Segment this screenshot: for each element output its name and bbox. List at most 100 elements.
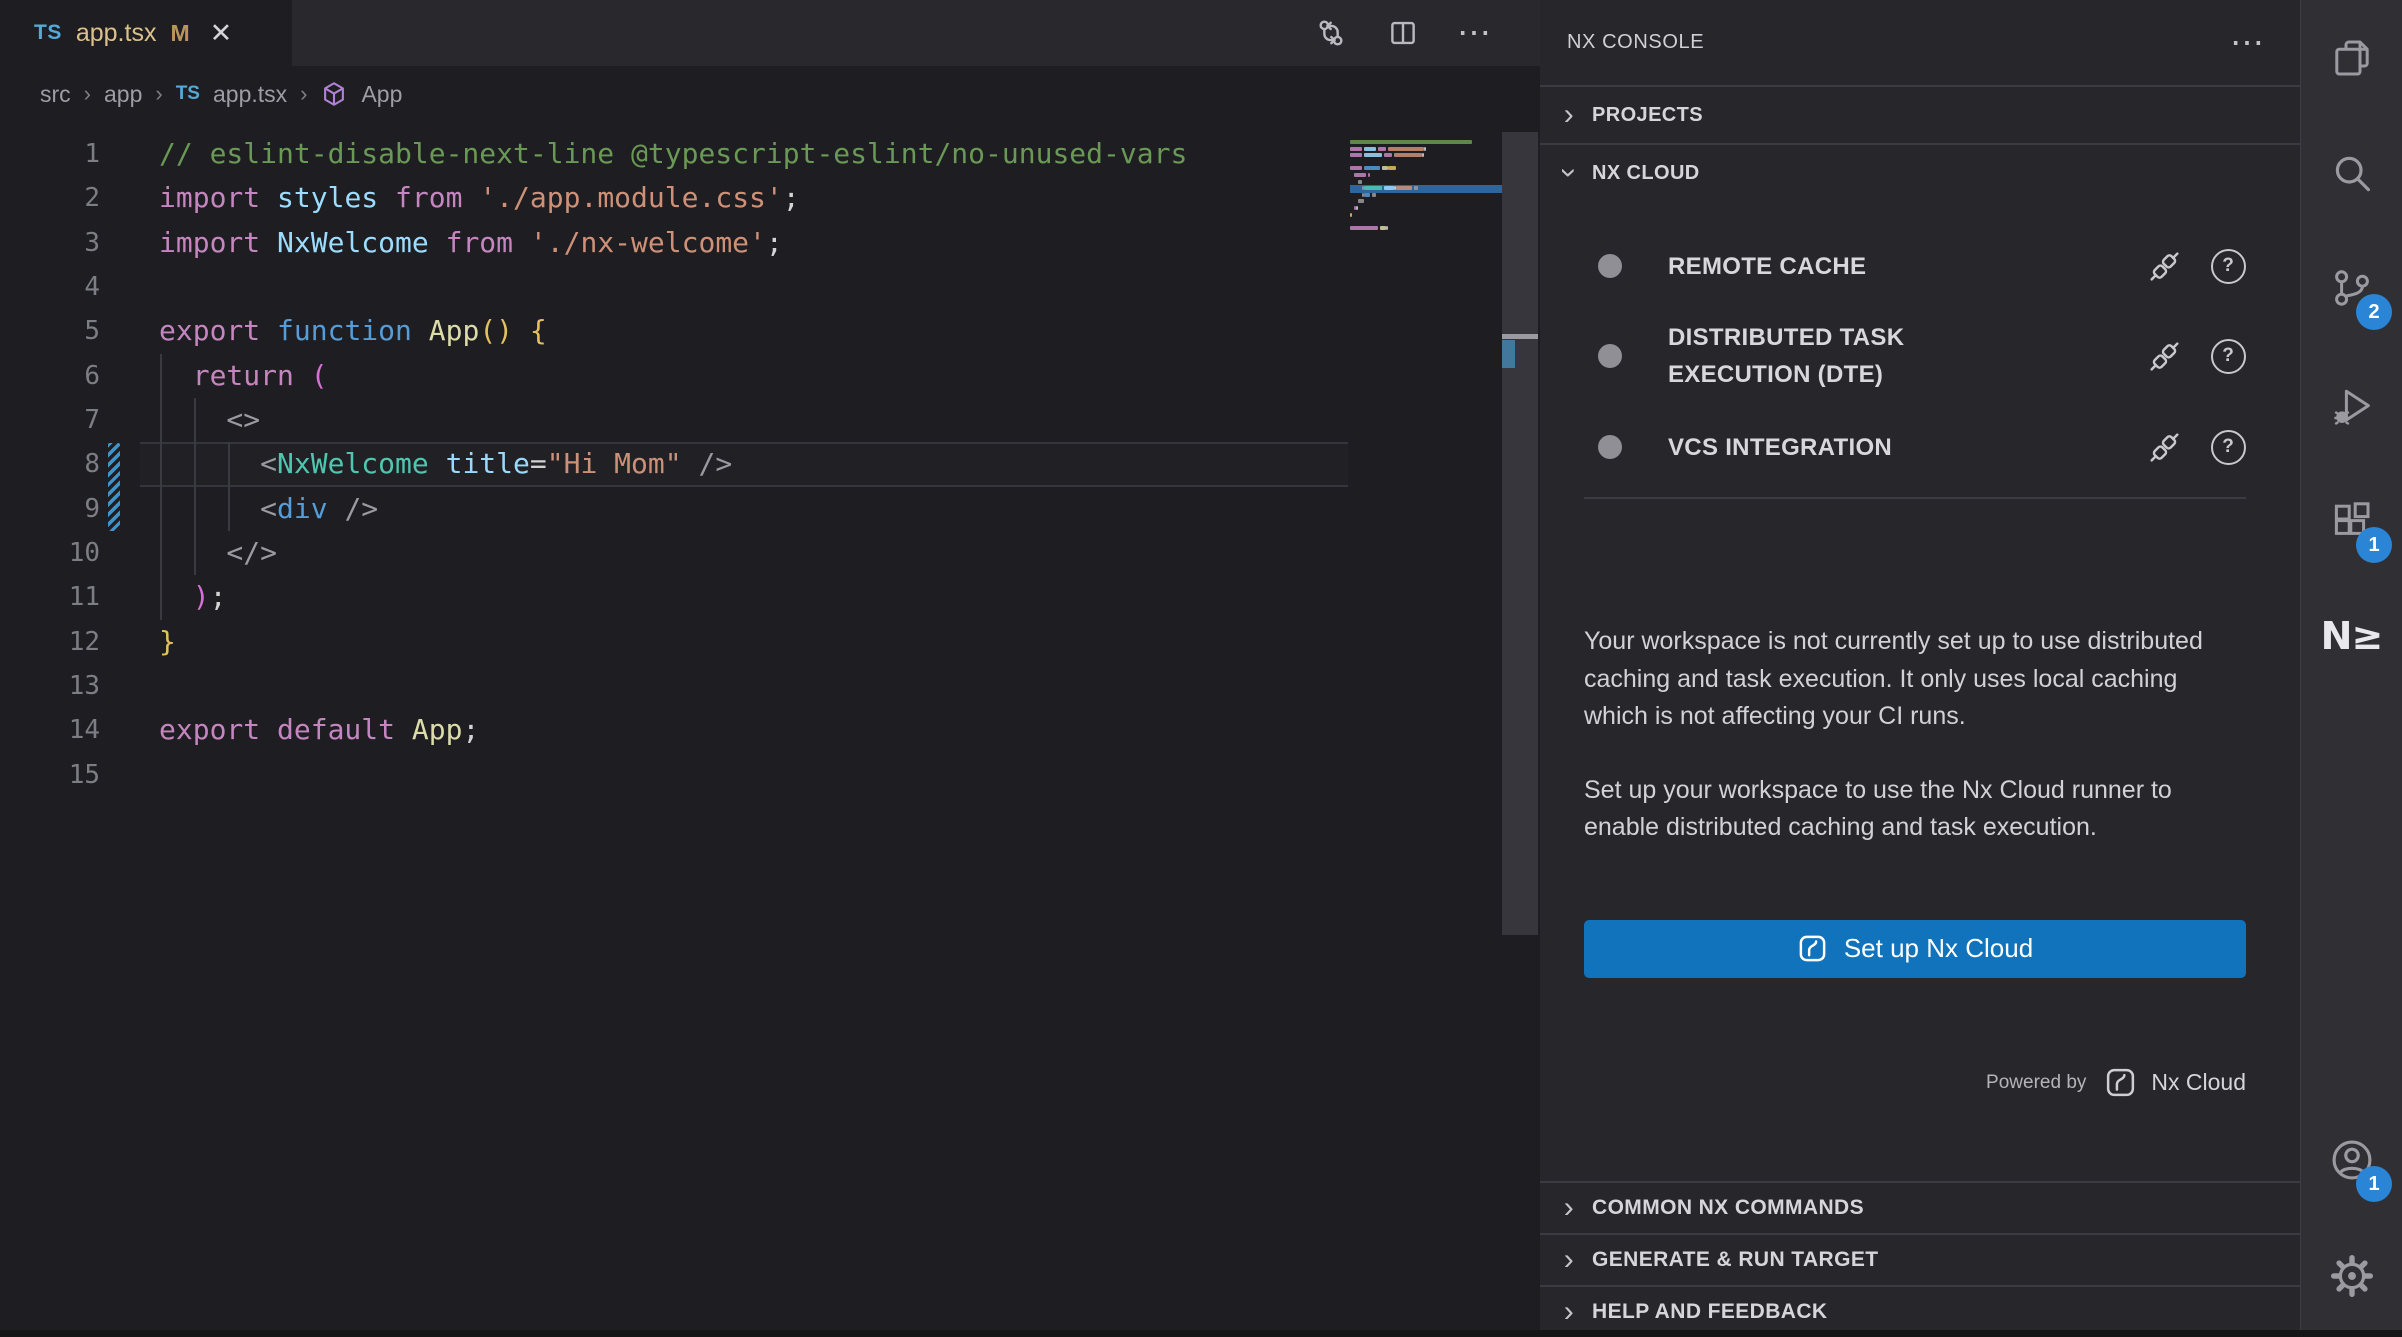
line-number[interactable]: 8 (0, 442, 100, 486)
line-number[interactable]: 5 (0, 309, 100, 353)
extensions-icon[interactable]: 1 (2301, 471, 2402, 571)
chevron-right-icon: › (84, 81, 91, 107)
minimap-line (1378, 147, 1386, 151)
collapsed-section-row[interactable]: › GENERATE & RUN TARGET (1540, 1233, 2300, 1285)
line-number[interactable]: 14 (0, 708, 100, 752)
help-icon[interactable]: ? (2210, 429, 2246, 465)
code-line[interactable]: 11 ); (0, 575, 1540, 619)
code-line[interactable]: 12} (0, 620, 1540, 664)
more-actions-icon[interactable]: ⋯ (2230, 33, 2266, 53)
line-number[interactable]: 1 (0, 132, 100, 176)
minimap-line (1388, 147, 1424, 151)
nx-cloud-icon (2104, 1066, 2137, 1099)
code-text: <NxWelcome title="Hi Mom" /> (159, 442, 732, 486)
status-bullet-icon (1598, 344, 1622, 368)
code-line[interactable]: 7 <> (0, 398, 1540, 442)
tab-app-tsx[interactable]: TS app.tsx M ✕ (0, 0, 292, 66)
account-icon[interactable]: 1 (2301, 1110, 2402, 1210)
workspace-status-text: Your workspace is not currently set up t… (1584, 623, 2246, 736)
code-line[interactable]: 13 (0, 664, 1540, 708)
typescript-file-icon: TS (34, 21, 62, 45)
breadcrumb-file[interactable]: app.tsx (213, 81, 287, 108)
code-line[interactable]: 4 (0, 265, 1540, 309)
code-line[interactable]: 2import styles from './app.module.css'; (0, 176, 1540, 220)
setup-nx-cloud-button[interactable]: Set up Nx Cloud (1584, 920, 2246, 978)
code-line[interactable]: 3 import NxWelcome from './nx-welcome'; (0, 221, 1540, 265)
minimap-line (1350, 166, 1362, 170)
source-control-icon[interactable]: 2 (2301, 238, 2402, 338)
line-number[interactable]: 2 (0, 176, 100, 220)
minimap-line (1386, 226, 1388, 230)
code-text: import NxWelcome from './nx-welcome'; (159, 221, 783, 265)
code-text: return ( (159, 354, 328, 398)
close-icon[interactable]: ✕ (210, 18, 233, 49)
panel-header: NX CONSOLE ⋯ (1540, 0, 2300, 85)
run-debug-icon[interactable] (2301, 356, 2402, 456)
line-number[interactable]: 9 (0, 487, 100, 531)
minimap-line (1358, 180, 1362, 184)
line-number[interactable]: 4 (0, 265, 100, 309)
breadcrumb-src[interactable]: src (40, 81, 71, 108)
line-number[interactable]: 3 (0, 221, 100, 265)
nx-console-panel: NX CONSOLE ⋯ › PROJECTS › NX CLOUD REMOT… (1540, 0, 2300, 1330)
collapsed-section-row[interactable]: › COMMON NX COMMANDS (1540, 1181, 2300, 1233)
split-editor-icon[interactable] (1386, 16, 1420, 50)
help-icon[interactable]: ? (2210, 248, 2246, 284)
help-icon[interactable]: ? (2210, 338, 2246, 374)
minimap-line (1364, 186, 1382, 190)
connect-icon[interactable] (2146, 338, 2182, 374)
collapsed-sections: › COMMON NX COMMANDS › GENERATE & RUN TA… (1540, 1181, 2300, 1337)
code-line[interactable]: 5export function App() { (0, 309, 1540, 353)
minimap-line (1422, 153, 1424, 157)
connect-icon[interactable] (2146, 248, 2182, 284)
minimap-line (1350, 147, 1362, 151)
code-line[interactable]: 9 <div /> (0, 487, 1540, 531)
vertical-scrollbar[interactable] (1502, 132, 1538, 935)
account-badge: 1 (2356, 1166, 2392, 1202)
section-label: PROJECTS (1592, 104, 1703, 127)
minimap-line (1424, 147, 1426, 151)
status-bullet-icon (1598, 435, 1622, 459)
line-number[interactable]: 11 (0, 575, 100, 619)
symbol-cube-icon (320, 80, 348, 108)
code-editor[interactable]: 1// eslint-disable-next-line @typescript… (0, 132, 1540, 797)
search-icon[interactable] (2301, 123, 2402, 223)
nx-console-icon[interactable]: N≥ (2301, 586, 2402, 686)
code-text: } (159, 620, 176, 664)
code-line[interactable]: 14export default App; (0, 708, 1540, 752)
nx-cloud-feature-row: DISTRIBUTED TASK EXECUTION (DTE) ? (1584, 311, 2246, 401)
indent-guide (160, 354, 162, 620)
minimap-line (1350, 226, 1378, 230)
connect-icon[interactable] (2146, 429, 2182, 465)
line-number[interactable]: 13 (0, 664, 100, 708)
line-number[interactable]: 10 (0, 531, 100, 575)
section-projects[interactable]: › PROJECTS (1540, 85, 2300, 143)
line-number[interactable]: 15 (0, 753, 100, 797)
feature-label: VCS INTEGRATION (1668, 429, 1998, 466)
compare-changes-icon[interactable] (1314, 16, 1348, 50)
section-label: GENERATE & RUN TARGET (1592, 1248, 1878, 1272)
breadcrumb-symbol-app[interactable]: App (361, 81, 402, 108)
code-line[interactable]: 10 </> (0, 531, 1540, 575)
section-nx-cloud[interactable]: › NX CLOUD (1540, 143, 2300, 201)
code-line[interactable]: 8 <NxWelcome title="Hi Mom" /> (0, 442, 1540, 486)
collapsed-section-row[interactable]: › HELP AND FEEDBACK (1540, 1285, 2300, 1337)
status-bullet-icon (1598, 254, 1622, 278)
code-text: </> (159, 531, 277, 575)
code-line[interactable]: 15 (0, 753, 1540, 797)
code-text: ); (159, 575, 226, 619)
more-actions-icon[interactable]: ⋯ (1458, 16, 1492, 50)
settings-gear-icon[interactable] (2301, 1226, 2402, 1326)
explorer-icon[interactable] (2301, 8, 2402, 108)
line-number[interactable]: 12 (0, 620, 100, 664)
line-number[interactable]: 6 (0, 354, 100, 398)
minimap[interactable] (1350, 140, 1502, 270)
line-number[interactable]: 7 (0, 398, 100, 442)
code-line[interactable]: 6 return ( (0, 354, 1540, 398)
breadcrumb-app[interactable]: app (104, 81, 142, 108)
divider (1584, 497, 2246, 499)
code-line[interactable]: 1// eslint-disable-next-line @typescript… (0, 132, 1540, 176)
minimap-line (1364, 147, 1376, 151)
minimap-line (1372, 193, 1376, 197)
editor-toolbar: ⋯ (1314, 0, 1492, 66)
